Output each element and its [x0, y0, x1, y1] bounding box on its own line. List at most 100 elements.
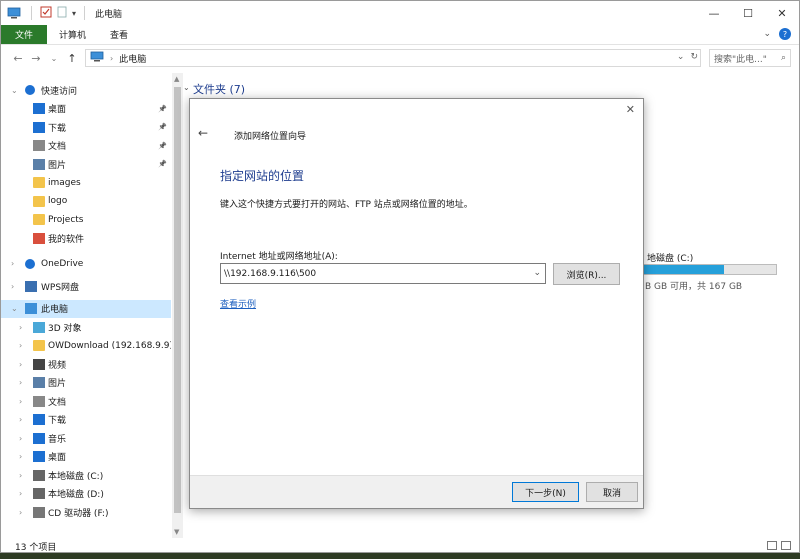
sidebar-item[interactable]: › 图片	[1, 374, 171, 393]
sidebar-item[interactable]: Projects	[1, 211, 171, 230]
expand-chevron-icon[interactable]: ›	[19, 378, 22, 387]
expand-chevron-icon[interactable]: ›	[19, 508, 22, 517]
sidebar-item-label: WPS网盘	[41, 282, 80, 293]
sidebar-item[interactable]: › 视频	[1, 355, 171, 374]
sidebar-item[interactable]: › 本地磁盘 (C:)	[1, 466, 171, 485]
expand-chevron-icon[interactable]: ›	[19, 415, 22, 424]
drive-c-label[interactable]: 地磁盘 (C:)	[647, 251, 693, 264]
sidebar-item[interactable]: › CD 驱动器 (F:)	[1, 503, 171, 522]
picture-icon	[33, 377, 45, 389]
download-icon	[33, 121, 45, 133]
tab-file[interactable]: 文件	[1, 25, 48, 44]
address-bar[interactable]: › 此电脑 ⌄ ↻	[85, 49, 701, 67]
back-arrow-icon[interactable]: ←	[198, 126, 208, 140]
recent-locations-icon[interactable]: ⌄	[45, 54, 63, 63]
group-title-folders[interactable]: 文件夹 (7)	[193, 81, 245, 97]
folder-icon	[33, 214, 45, 226]
expand-chevron-icon[interactable]: ⌄	[11, 86, 18, 95]
expand-chevron-icon[interactable]: ›	[19, 489, 22, 498]
expand-chevron-icon[interactable]: ›	[19, 434, 22, 443]
explorer-window: ▾ 此电脑 — ☐ ✕ 文件 计算机 查看 ⌄ ? ← → ⌄ ↑ › 此电脑	[0, 0, 800, 553]
scrollbar-thumb[interactable]	[174, 87, 181, 513]
expand-chevron-icon[interactable]: ›	[19, 323, 22, 332]
customize-toolbar-icon[interactable]: ▾	[72, 9, 76, 18]
tab-view[interactable]: 查看	[98, 25, 140, 44]
close-button[interactable]: ✕	[765, 1, 799, 25]
sidebar-item[interactable]: 文档 📌	[1, 137, 171, 156]
expand-chevron-icon[interactable]: ›	[11, 259, 14, 268]
search-input[interactable]: 搜索"此电..." ⌕	[709, 49, 791, 67]
window-controls: — ☐ ✕	[697, 1, 799, 25]
video-icon	[33, 358, 45, 370]
sidebar-item[interactable]: › 文档	[1, 392, 171, 411]
drive-free-space: B GB 可用，共 167 GB	[645, 282, 743, 292]
help-icon[interactable]: ?	[779, 28, 791, 40]
sidebar-item[interactable]: › 下载	[1, 411, 171, 430]
new-folder-icon[interactable]	[56, 6, 68, 21]
sidebar-item[interactable]: › 音乐	[1, 429, 171, 448]
drive-icon	[33, 469, 45, 481]
sidebar-scrollbar[interactable]: ▲ ▼	[172, 73, 183, 538]
large-icons-view-icon[interactable]	[781, 541, 791, 550]
collapse-group-icon[interactable]: ⌄	[183, 83, 190, 92]
title-bar: ▾ 此电脑 — ☐ ✕	[1, 1, 799, 25]
next-button[interactable]: 下一步(N)	[512, 482, 579, 502]
back-arrow-icon[interactable]: ←	[9, 52, 27, 65]
download-icon	[33, 414, 45, 426]
up-arrow-icon[interactable]: ↑	[63, 52, 81, 65]
expand-chevron-icon[interactable]: ›	[19, 452, 22, 461]
sidebar-item[interactable]: ⌄ 快速访问	[1, 81, 171, 100]
sidebar-item[interactable]: › 本地磁盘 (D:)	[1, 485, 171, 504]
sidebar-item-label: 图片	[48, 379, 67, 390]
sidebar-item[interactable]: 图片 📌	[1, 155, 171, 174]
sidebar-item-label: 本地磁盘 (D:)	[48, 490, 104, 501]
expand-chevron-icon[interactable]: ›	[19, 360, 22, 369]
navigation-bar: ← → ⌄ ↑ › 此电脑 ⌄ ↻ 搜索"此电..." ⌕	[1, 45, 799, 71]
sidebar-item[interactable]: › OWDownload (192.168.9.9)	[1, 337, 171, 356]
forward-arrow-icon[interactable]: →	[27, 52, 45, 65]
sidebar-item[interactable]: 我的软件	[1, 229, 171, 248]
sidebar-item[interactable]: › 桌面	[1, 448, 171, 467]
sidebar-item[interactable]: 桌面 📌	[1, 100, 171, 119]
folder-icon	[33, 195, 45, 207]
maximize-button[interactable]: ☐	[731, 1, 765, 25]
scroll-down-icon[interactable]: ▼	[174, 528, 179, 536]
refresh-icon[interactable]: ↻	[690, 52, 698, 62]
sidebar-item[interactable]: images	[1, 174, 171, 193]
expand-chevron-icon[interactable]: ›	[11, 282, 14, 291]
sidebar-item-label: 我的软件	[48, 234, 85, 245]
desktop-icon	[33, 103, 45, 115]
cancel-button[interactable]: 取消	[586, 482, 638, 502]
sidebar-item-label: 音乐	[48, 434, 67, 445]
drive-icon	[33, 488, 45, 500]
add-network-location-dialog: ✕ ← 添加网络位置向导 指定网站的位置 键入这个快捷方式要打开的网站、FTP …	[189, 98, 644, 509]
expand-chevron-icon[interactable]: ›	[19, 341, 22, 350]
properties-icon[interactable]	[40, 6, 52, 21]
sidebar-item-label: 桌面	[48, 453, 67, 464]
sidebar-item[interactable]: › 3D 对象	[1, 318, 171, 337]
expand-chevron-icon[interactable]: ›	[19, 397, 22, 406]
chevron-down-icon[interactable]: ⌄	[763, 29, 771, 39]
sidebar-item[interactable]: logo	[1, 192, 171, 211]
star-icon	[25, 85, 35, 96]
chevron-down-icon[interactable]: ⌄	[533, 268, 541, 278]
details-view-icon[interactable]	[767, 541, 777, 550]
sidebar-item[interactable]: › WPS网盘	[1, 277, 171, 296]
sidebar-item-label: 视频	[48, 360, 67, 371]
scroll-up-icon[interactable]: ▲	[174, 75, 179, 83]
tab-computer[interactable]: 计算机	[47, 25, 98, 44]
chevron-down-icon[interactable]: ⌄	[677, 52, 685, 62]
minimize-button[interactable]: —	[697, 1, 731, 25]
breadcrumb-this-pc[interactable]: 此电脑	[119, 52, 146, 65]
cloud-icon	[25, 258, 35, 269]
sidebar-item[interactable]: ⌄ 此电脑	[1, 299, 171, 318]
view-examples-link[interactable]: 查看示例	[220, 297, 256, 310]
sidebar-item[interactable]: › OneDrive	[1, 255, 171, 274]
expand-chevron-icon[interactable]: ›	[19, 471, 22, 480]
network-address-input[interactable]: \\192.168.9.116\500 ⌄	[220, 263, 546, 284]
expand-chevron-icon[interactable]: ⌄	[11, 304, 18, 313]
sidebar-item[interactable]: 下载 📌	[1, 118, 171, 137]
browse-button[interactable]: 浏览(R)...	[553, 263, 620, 285]
close-icon[interactable]: ✕	[626, 103, 635, 116]
network-drive-icon	[33, 340, 45, 352]
